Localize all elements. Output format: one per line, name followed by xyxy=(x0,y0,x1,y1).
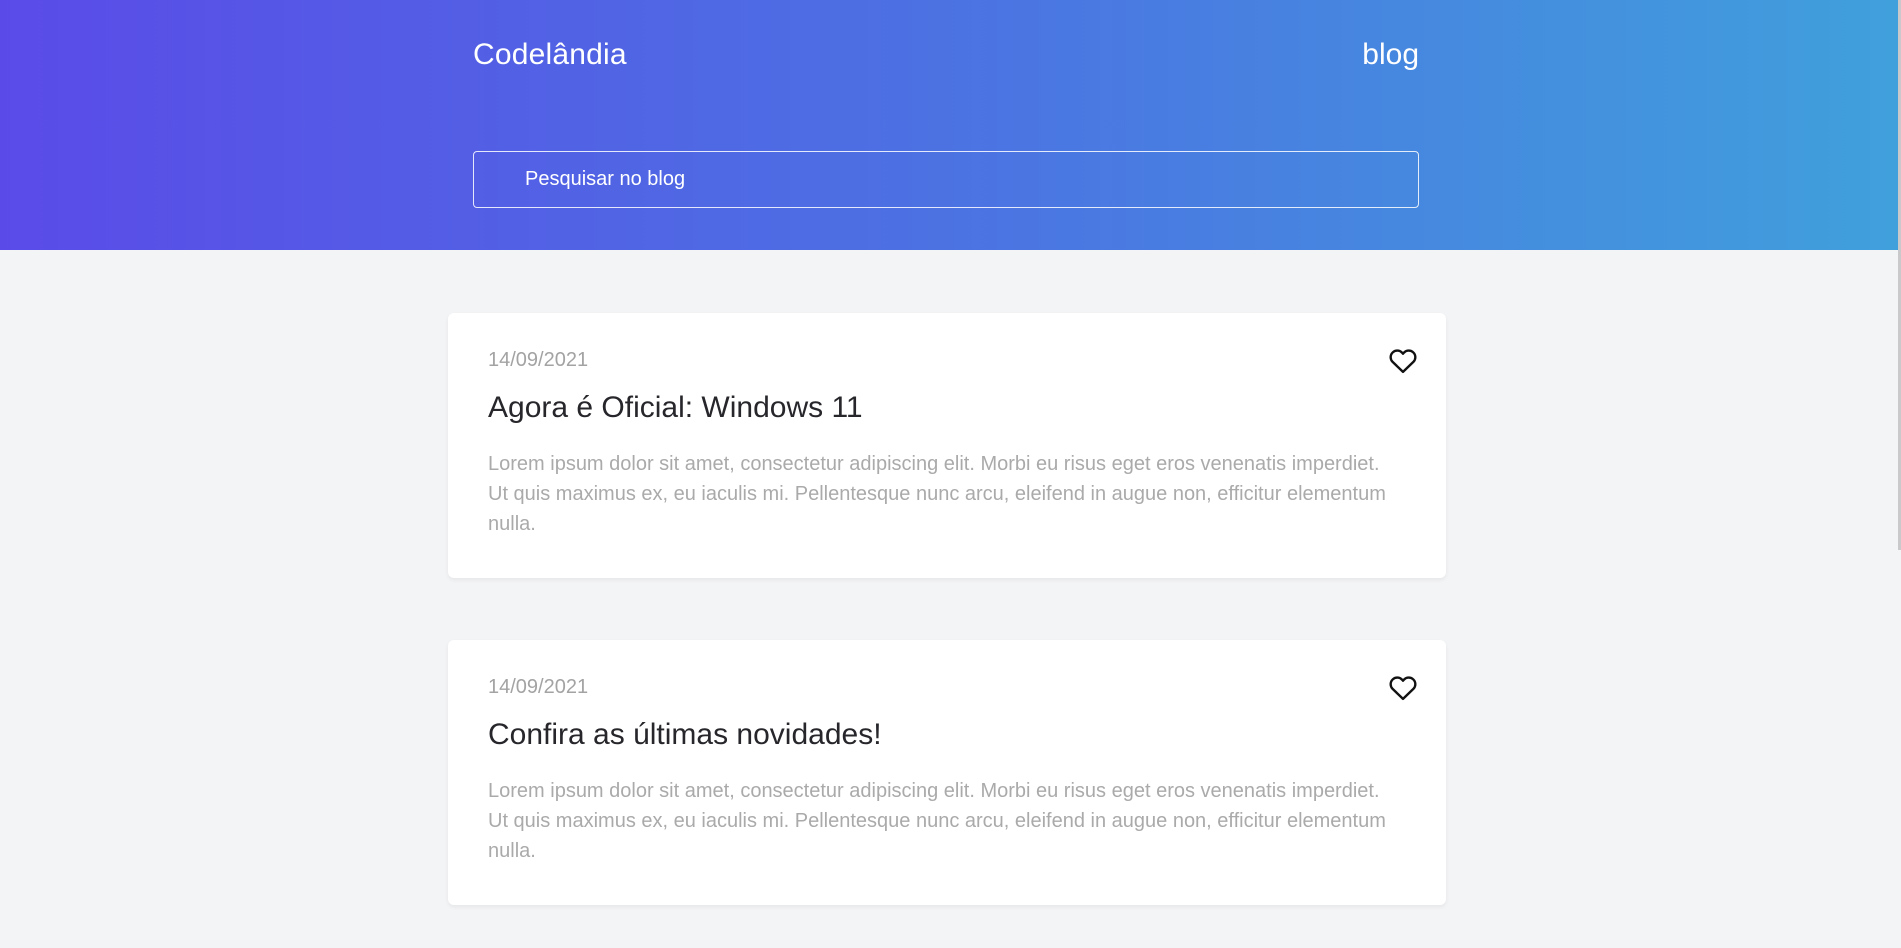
post-excerpt: Lorem ipsum dolor sit amet, consectetur … xyxy=(488,453,1386,535)
search-input[interactable] xyxy=(474,152,1418,207)
post-date: 14/09/2021 xyxy=(488,676,589,698)
brand-logo[interactable]: Codelândia xyxy=(473,38,627,72)
header-banner: Codelândia blog xyxy=(0,0,1898,250)
post-excerpt: Lorem ipsum dolor sit amet, consectetur … xyxy=(488,780,1386,862)
heart-icon[interactable] xyxy=(1388,673,1418,701)
post-card[interactable]: 14/09/2021 Confira as últimas novidades!… xyxy=(448,640,1446,905)
post-title[interactable]: Agora é Oficial: Windows 11 xyxy=(488,391,863,425)
search-box[interactable] xyxy=(473,151,1419,208)
post-title[interactable]: Confira as últimas novidades! xyxy=(488,718,882,752)
post-card[interactable]: 14/09/2021 Agora é Oficial: Windows 11 L… xyxy=(448,313,1446,578)
heart-icon[interactable] xyxy=(1388,346,1418,374)
blog-page: Codelândia blog 14/09/2021 Agora é Ofici… xyxy=(0,0,1901,948)
nav-link-blog[interactable]: blog xyxy=(1362,38,1419,72)
post-date: 14/09/2021 xyxy=(488,349,589,371)
